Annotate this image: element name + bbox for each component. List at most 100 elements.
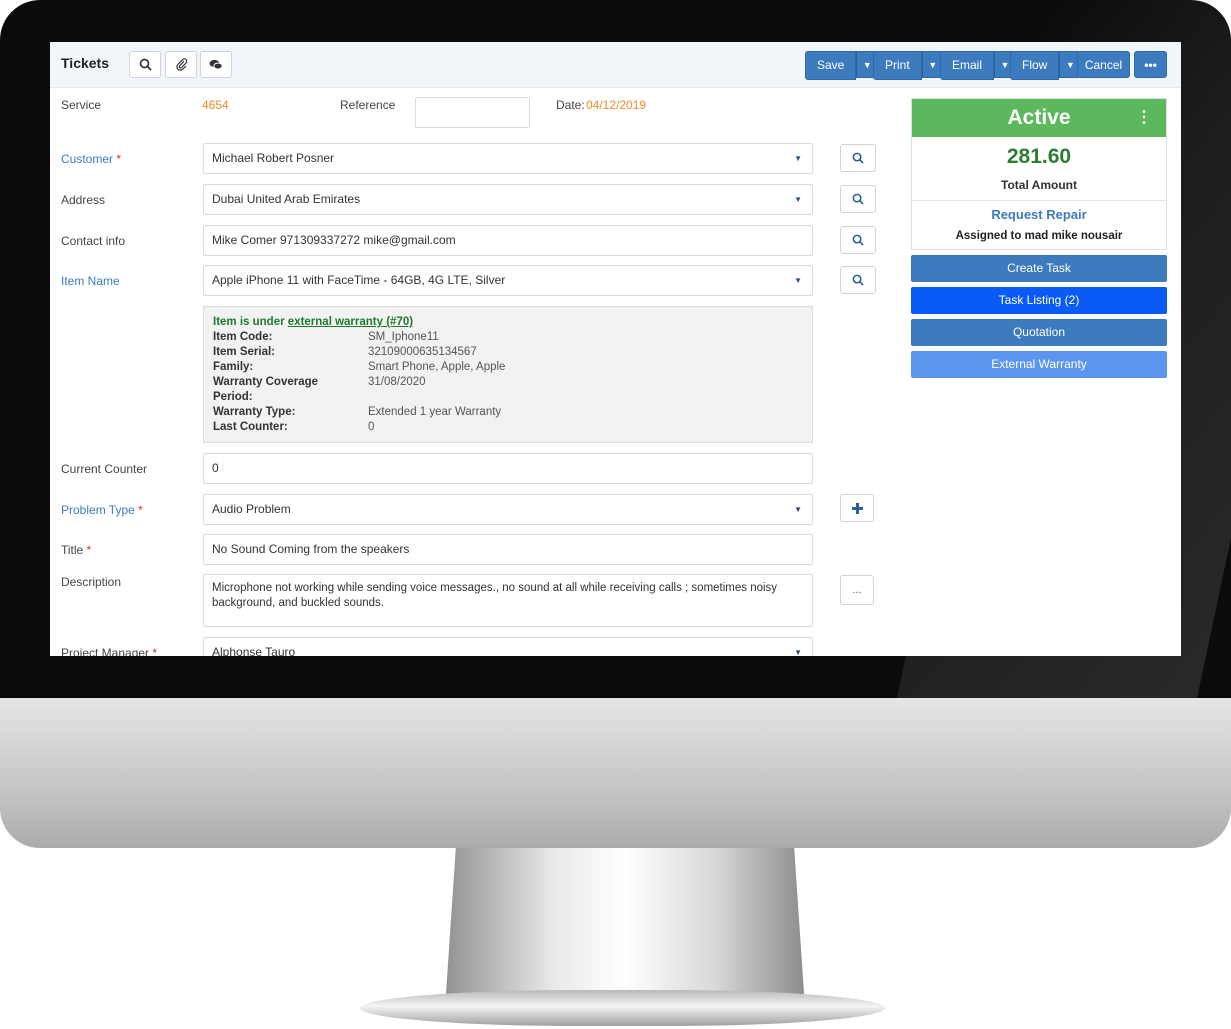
plus-icon: [851, 502, 863, 514]
service-number: 4654: [202, 98, 229, 112]
reference-input[interactable]: [415, 97, 530, 128]
problem-type-value: Audio Problem: [212, 502, 291, 516]
info-key: Item Serial:: [213, 346, 275, 358]
page-title: Tickets: [61, 55, 109, 71]
required-mark: *: [86, 543, 92, 557]
info-value: SM_Iphone11: [368, 331, 439, 343]
caret-down-icon: ▼: [862, 59, 872, 70]
address-label: Address: [61, 193, 106, 207]
status-banner: Active ⋮: [912, 99, 1166, 137]
info-key: Warranty Type:: [213, 406, 296, 418]
kebab-menu-icon[interactable]: ⋮: [1136, 99, 1152, 137]
problem-type-select[interactable]: Audio Problem ▼: [203, 494, 813, 525]
caret-down-icon: ▼: [794, 154, 802, 163]
customer-label: Customer *: [61, 152, 121, 166]
date-value: 04/12/2019: [586, 98, 647, 112]
status-panel: Active ⋮ 281.60 Total Amount Request Rep…: [911, 98, 1167, 250]
caret-down-icon: ▼: [1000, 59, 1010, 70]
item-name-value: Apple iPhone 11 with FaceTime - 64GB, 4G…: [212, 273, 506, 287]
customer-value: Michael Robert Posner: [212, 151, 335, 165]
customer-search-button[interactable]: [840, 144, 876, 172]
divider: [912, 200, 1166, 201]
description-expand-button[interactable]: ...: [840, 575, 874, 605]
cancel-button[interactable]: Cancel: [1077, 51, 1130, 78]
save-group: Save ▼: [805, 51, 879, 80]
assigned-to-text: Assigned to mad mike nousair: [955, 230, 1123, 242]
email-group: Email ▼: [940, 51, 1017, 80]
monitor-stand: [445, 848, 805, 1008]
monitor-stand-base: [360, 990, 885, 1026]
search-icon: [852, 193, 864, 205]
project-manager-label: Project Manager *: [61, 646, 157, 656]
service-label: Service: [61, 98, 102, 112]
print-button[interactable]: Print: [873, 51, 922, 80]
quotation-button[interactable]: Quotation: [911, 319, 1167, 346]
email-button[interactable]: Email: [940, 51, 995, 80]
title-value: No Sound Coming from the speakers: [212, 542, 410, 556]
contact-value: Mike Comer 971309337272 mike@gmail.com: [212, 233, 456, 247]
print-group: Print ▼: [873, 51, 944, 80]
contact-input[interactable]: Mike Comer 971309337272 mike@gmail.com: [203, 225, 813, 256]
external-warranty-button[interactable]: External Warranty: [911, 351, 1167, 378]
info-key: Family:: [213, 361, 254, 373]
search-button[interactable]: [129, 51, 161, 78]
toolbar: Tickets Save ▼ Print ▼ Email ▼ Flow ▼ Ca…: [50, 42, 1181, 88]
item-search-button[interactable]: [840, 266, 876, 294]
info-value: 0: [368, 421, 375, 433]
create-task-button[interactable]: Create Task: [911, 255, 1167, 282]
save-button[interactable]: Save: [805, 51, 857, 80]
project-manager-value: Alphonse Tauro: [212, 645, 296, 656]
comments-icon: [209, 59, 223, 69]
address-value: Dubai United Arab Emirates: [212, 192, 361, 206]
flow-group: Flow ▼: [1010, 51, 1082, 80]
search-icon: [852, 274, 864, 286]
caret-down-icon: ▼: [1065, 59, 1075, 70]
required-mark: *: [152, 646, 158, 656]
task-listing-button[interactable]: Task Listing (2): [911, 287, 1167, 314]
caret-down-icon: ▼: [794, 648, 802, 656]
total-amount-value: 281.60: [1006, 145, 1072, 168]
external-warranty-link[interactable]: external warranty (#70): [288, 316, 413, 328]
search-icon: [139, 58, 152, 71]
comments-button[interactable]: [200, 51, 232, 78]
info-key: Last Counter:: [213, 421, 288, 433]
warranty-info-box: Item is under external warranty (#70) It…: [203, 306, 813, 443]
info-value: Extended 1 year Warranty: [368, 406, 502, 418]
required-mark: *: [116, 152, 122, 166]
description-label: Description: [61, 575, 122, 589]
caret-down-icon: ▼: [794, 195, 802, 204]
info-value: Smart Phone, Apple, Apple: [368, 361, 506, 373]
title-label: Title *: [61, 543, 91, 557]
caret-down-icon: ▼: [794, 276, 802, 285]
attach-button[interactable]: [165, 51, 197, 78]
title-input[interactable]: No Sound Coming from the speakers: [203, 534, 813, 565]
info-key: Item Code:: [213, 331, 273, 343]
warranty-heading: Item is under external warranty (#70): [213, 316, 413, 328]
address-select[interactable]: Dubai United Arab Emirates ▼: [203, 184, 813, 215]
more-options-button[interactable]: •••: [1134, 51, 1167, 78]
add-problem-type-button[interactable]: [840, 494, 874, 522]
app-screen: Tickets Save ▼ Print ▼ Email ▼ Flow ▼ Ca…: [50, 42, 1181, 656]
request-repair-link[interactable]: Request Repair: [912, 207, 1166, 222]
address-search-button[interactable]: [840, 185, 876, 213]
search-icon: [852, 234, 864, 246]
current-counter-value: 0: [212, 461, 219, 475]
contact-search-button[interactable]: [840, 226, 876, 254]
reference-label: Reference: [340, 98, 396, 112]
search-icon: [852, 152, 864, 164]
current-counter-input[interactable]: 0: [203, 453, 813, 484]
info-key: Period:: [213, 391, 253, 403]
problem-type-label-text: Problem Type: [61, 503, 135, 517]
project-manager-select[interactable]: Alphonse Tauro ▼: [203, 637, 813, 656]
required-mark: *: [138, 503, 143, 517]
flow-button[interactable]: Flow: [1010, 51, 1060, 80]
total-amount-label: Total Amount: [1001, 178, 1077, 192]
caret-down-icon: ▼: [928, 59, 938, 70]
description-textarea[interactable]: Microphone not working while sending voi…: [203, 574, 813, 627]
info-key: Warranty Coverage: [213, 376, 319, 388]
item-name-select[interactable]: Apple iPhone 11 with FaceTime - 64GB, 4G…: [203, 265, 813, 296]
title-label-text: Title: [61, 543, 84, 557]
customer-select[interactable]: Michael Robert Posner ▼: [203, 143, 813, 174]
caret-down-icon: ▼: [794, 505, 802, 514]
project-manager-label-text: Project Manager: [61, 646, 150, 656]
